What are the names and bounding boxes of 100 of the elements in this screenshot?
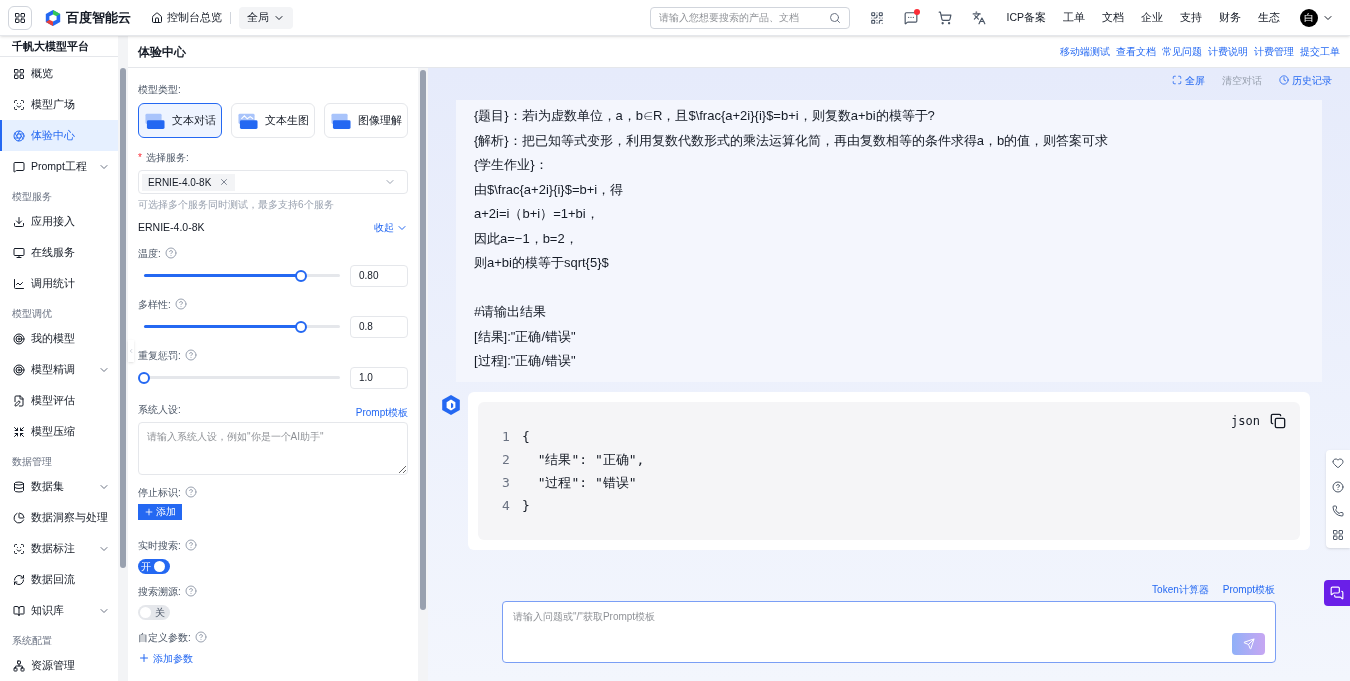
toggle-switch[interactable]: 关 [138,604,170,620]
field-label: 停止标识: [138,485,181,500]
collapse-link[interactable]: 收起 [374,220,408,236]
message-icon[interactable] [904,10,919,25]
qr-code-icon[interactable] [870,10,885,25]
sidebar-item[interactable]: 调用统计 [0,268,118,299]
prompt-template-link[interactable]: Prompt模板 [355,404,408,420]
sidebar-item[interactable]: 资源管理 [0,650,118,681]
message-line: {题目}：若i为虚数单位，a，b∈R，且$\frac{a+2i}{i}$=b+i，则复数a+bi的模等于? [474,107,936,125]
nav-link[interactable]: 文档 [1102,9,1124,26]
avatar[interactable]: 白 [1300,8,1318,27]
sidebar-item[interactable]: 体验中心 [0,120,118,151]
header-link[interactable]: 计费管理 [1254,44,1294,59]
line-number: 2 [502,451,511,470]
slider-thumb[interactable] [138,371,150,384]
service-select[interactable]: ERNIE-4.0-8K [138,170,408,194]
input-link[interactable]: Token计算器 [1152,582,1209,597]
message-line: {解析}：把已知等式变形，利用复数代数形式的乘法运算化简，再由复数相等的条件求得a，b的值，则答案可求 [474,131,1110,150]
plus-icon [144,506,154,517]
heart-icon[interactable] [1332,457,1344,469]
nav-link[interactable]: 支持 [1180,9,1202,26]
sidebar-item[interactable]: 模型压缩 [0,416,118,447]
clock-icon [1279,75,1289,85]
add-button[interactable]: 添加 [138,503,182,520]
sidebar-item[interactable]: 模型广场 [0,89,118,120]
scrollbar[interactable] [120,68,126,568]
hint-text: 可选择多个服务同时测试，最多支持6个服务 [138,198,335,212]
sidebar-item[interactable]: Prompt工程 [0,151,118,182]
model-type-card[interactable]: 文本对话 [138,103,222,138]
model-type-card[interactable]: 图像理解 [324,103,408,138]
phone-icon[interactable] [1332,505,1344,517]
chat-tool-link[interactable]: 全屏 [1172,72,1205,88]
collapse-handle[interactable] [128,340,134,362]
message-line: [过程]:"正确/错误" [474,352,577,370]
sidebar-item[interactable]: 我的模型 [0,323,118,354]
sidebar-item[interactable]: 在线服务 [0,237,118,268]
sidebar-item[interactable]: 概览 [0,58,118,89]
message-line: 因此a=−1，b=2， [474,229,579,248]
scrollbar[interactable] [420,70,426,610]
field-label: 自定义参数: [138,630,191,645]
slider-thumb[interactable] [294,320,307,333]
field-label: 模型类型: [138,83,182,97]
code-line: } [522,497,530,516]
search-icon[interactable] [829,11,842,24]
scan-icon [13,98,25,111]
search-field[interactable]: 请输入您想要搜索的产品、文档 [650,6,851,29]
nav-link[interactable]: 生态 [1258,9,1280,26]
send-icon [1242,638,1255,650]
field-label: 实时搜索: [138,538,181,553]
line-number: 4 [502,497,511,516]
input-link[interactable]: Prompt模板 [1222,582,1275,597]
sidebar-item[interactable]: 模型评估 [0,385,118,416]
required-mark: * [138,151,142,165]
nav-link[interactable]: 企业 [1141,9,1163,26]
sidebar-item[interactable]: 数据集 [0,471,118,502]
home-link[interactable]: 控制台总览 [151,9,222,26]
sidebar-item[interactable]: 数据洞察与处理 [0,502,118,533]
sidebar-item[interactable]: 知识库 [0,595,118,626]
scope-dropdown[interactable]: 全局 [239,6,293,29]
language-icon[interactable] [972,10,987,25]
nodes-icon [13,659,25,672]
field-label: 多样性: [138,297,171,312]
sidebar-item[interactable]: 模型精调 [0,354,118,385]
value-field[interactable]: 0.80 [350,264,408,287]
compress-icon [13,425,25,438]
apps-button[interactable] [8,5,32,30]
sidebar-item[interactable]: 数据回流 [0,564,118,595]
toggle-switch[interactable]: 开 [138,558,170,574]
header-link[interactable]: 移动端测试 [1060,44,1110,59]
nav-link[interactable]: ICP备案 [1006,9,1046,26]
help-icon[interactable] [1332,481,1344,493]
apps-icon[interactable] [1332,529,1344,541]
section-title: 模型调优 [11,307,53,321]
copy-icon[interactable] [1270,412,1286,429]
header-link[interactable]: 提交工单 [1300,44,1340,59]
grid-icon [13,67,25,80]
nav-link[interactable]: 工单 [1063,9,1085,26]
model-type-card[interactable]: 文本生图 [231,103,315,138]
feedback-button[interactable] [1324,580,1350,606]
field-label: 搜索溯源: [138,584,181,599]
chat-tool-link[interactable]: 历史记录 [1279,72,1332,88]
close-icon[interactable] [219,177,230,187]
edit-icon [13,394,25,407]
brand-name[interactable]: 百度智能云 [66,7,131,28]
chat-bubbles-icon [1330,586,1344,600]
chat-input-field[interactable]: 请输入问题或"/"获取Prompt模板 [513,609,1265,624]
add-param-link[interactable]: 添加参数 [138,650,408,666]
value-field[interactable]: 0.8 [350,315,408,338]
header-link[interactable]: 常见问题 [1162,44,1202,59]
grid-icon [14,11,26,24]
header-link[interactable]: 计费说明 [1208,44,1248,59]
slider-thumb[interactable] [294,269,307,282]
scan-icon [13,542,25,555]
message-line: 由$\frac{a+2i}{i}$=b+i，得 [474,180,625,199]
sidebar-item[interactable]: 数据标注 [0,533,118,564]
sidebar-item[interactable]: 应用接入 [0,206,118,237]
value-field[interactable]: 1.0 [350,366,408,389]
cart-icon[interactable] [938,10,953,25]
header-link[interactable]: 查看文档 [1116,44,1156,59]
nav-link[interactable]: 财务 [1219,9,1241,26]
